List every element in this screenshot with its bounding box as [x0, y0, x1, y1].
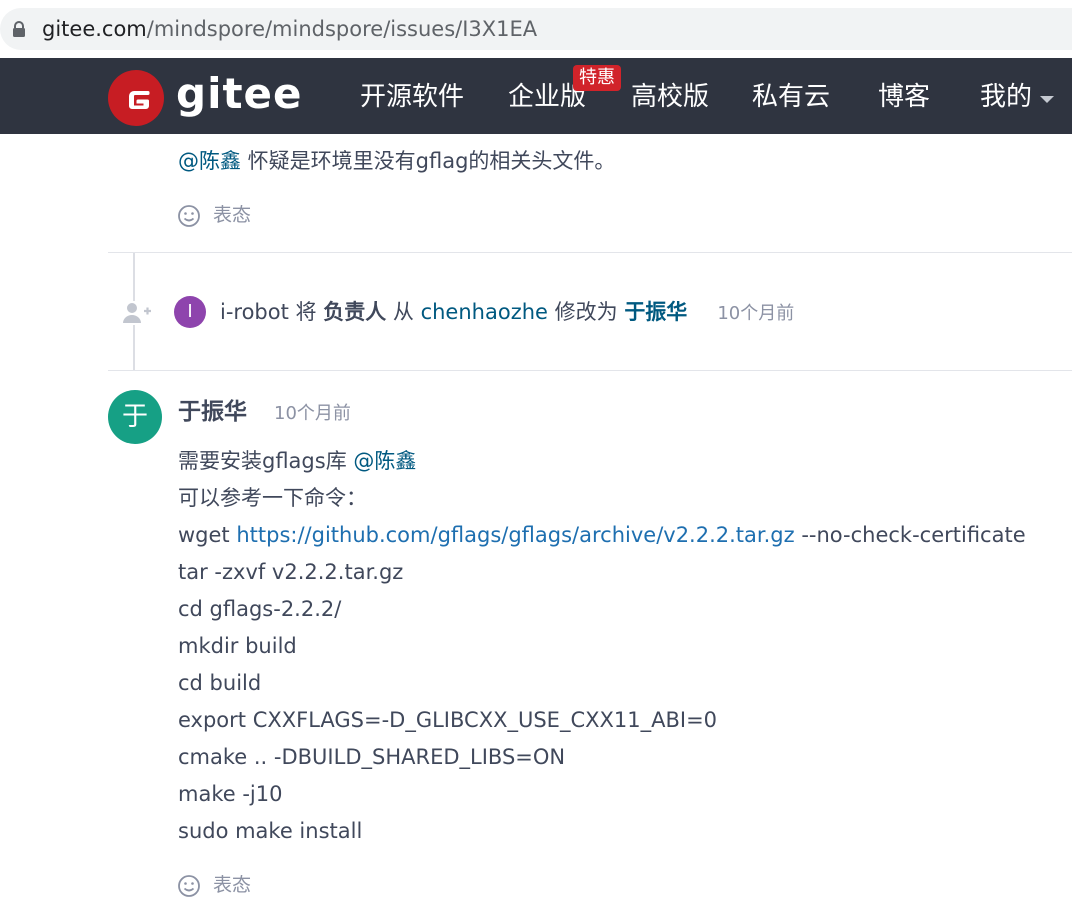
mention-link[interactable]: @陈鑫 [178, 149, 241, 173]
reaction-button[interactable]: 表态 [213, 873, 251, 897]
comment-time: 10个月前 [274, 403, 351, 424]
assign-user-icon [122, 301, 152, 325]
reaction-button[interactable]: 表态 [213, 203, 251, 227]
comment-line: wget https://github.com/gflags/gflags/ar… [178, 523, 1026, 547]
event-time: 10个月前 [717, 303, 795, 324]
comment-line: 需要安装gflags库 @陈鑫 [178, 449, 417, 473]
new-assignee-link[interactable]: 于振华 [624, 300, 687, 324]
divider [108, 252, 1072, 253]
divider [108, 370, 1072, 371]
nav-item-education[interactable]: 高校版 [631, 80, 709, 114]
nav-item-blog[interactable]: 博客 [878, 80, 930, 114]
actor-link[interactable]: i-robot [220, 300, 289, 324]
nav-item-private-cloud[interactable]: 私有云 [752, 80, 830, 114]
comment-line: cd gflags-2.2.2/ [178, 597, 342, 621]
gitee-logo-icon[interactable] [108, 70, 164, 126]
avatar[interactable]: I [174, 296, 206, 328]
comment-line: make -j10 [178, 782, 283, 806]
nav-item-open-source[interactable]: 开源软件 [360, 80, 464, 114]
comment-line: sudo make install [178, 819, 363, 843]
assignee-change-event: i-robot 将 负责人 从 chenhaozhe 修改为 于振华 10个月前 [220, 300, 795, 324]
comment-line: tar -zxvf v2.2.2.tar.gz [178, 560, 404, 584]
smiley-icon[interactable] [177, 204, 201, 228]
caret-down-icon[interactable] [1040, 96, 1054, 103]
nav-item-mine[interactable]: 我的 [980, 80, 1032, 114]
avatar[interactable]: 于 [108, 390, 162, 444]
comment-prev-body: @陈鑫 怀疑是环境里没有gflag的相关头文件。 [178, 149, 616, 173]
smiley-icon[interactable] [177, 874, 201, 898]
comment-line: cmake .. -DBUILD_SHARED_LIBS=ON [178, 745, 566, 769]
lock-icon [13, 21, 25, 37]
url-text[interactable]: gitee.com/mindspore/mindspore/issues/I3X… [42, 17, 537, 41]
comment-line: mkdir build [178, 634, 297, 658]
gitee-logo-text[interactable]: gitee [176, 66, 303, 122]
mention-link[interactable]: @陈鑫 [353, 449, 416, 473]
old-assignee-link[interactable]: chenhaozhe [421, 300, 548, 324]
promo-badge: 特惠 [573, 65, 621, 91]
comment-author[interactable]: 于振华 [178, 396, 247, 428]
comment-line: export CXXFLAGS=-D_GLIBCXX_USE_CXX11_ABI… [178, 708, 718, 732]
comment-line: cd build [178, 671, 262, 695]
browser-address-bar: gitee.com/mindspore/mindspore/issues/I3X… [0, 0, 1072, 58]
comment-line: 可以参考一下命令： [178, 486, 367, 510]
download-link[interactable]: https://github.com/gflags/gflags/archive… [236, 523, 794, 547]
